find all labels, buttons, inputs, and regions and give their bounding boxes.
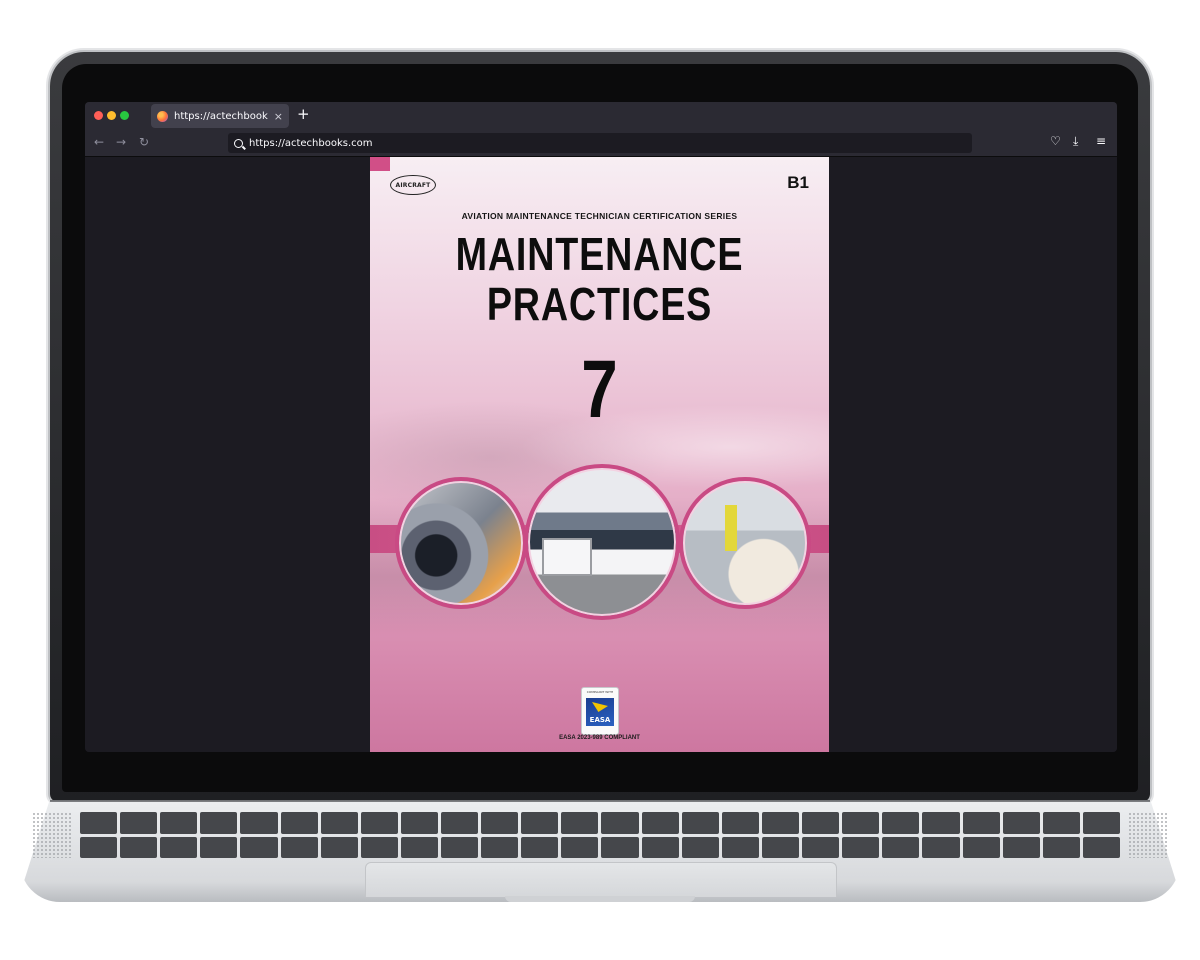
- keyboard-key: [120, 812, 158, 834]
- new-tab-button[interactable]: +: [297, 105, 310, 123]
- tail-maintenance-photo: [679, 477, 811, 609]
- tab-title: https://actechbooks.com: [174, 110, 268, 122]
- menu-icon[interactable]: ≡: [1096, 134, 1106, 148]
- keyboard-key: [641, 812, 679, 834]
- keyboard-key: [80, 836, 118, 858]
- keyboard-key: [360, 836, 398, 858]
- keyboard-key: [1082, 836, 1120, 858]
- keyboard-key: [681, 836, 719, 858]
- browser-window: https://actechbooks.com × + ← → ↻ https:…: [85, 102, 1117, 752]
- keyboard-key: [160, 836, 198, 858]
- trackpad: [365, 862, 837, 897]
- keyboard-key: [1002, 812, 1040, 834]
- keyboard-key: [761, 812, 800, 834]
- keyboard-key: [802, 836, 840, 858]
- series-title: AVIATION MAINTENANCE TECHNICIAN CERTIFIC…: [461, 211, 738, 221]
- keyboard-key: [320, 836, 358, 858]
- close-window-button[interactable]: [94, 111, 103, 120]
- reload-button[interactable]: ↻: [139, 135, 149, 149]
- publisher-logo: AIRCRAFT: [390, 175, 436, 195]
- browser-tab[interactable]: https://actechbooks.com ×: [151, 104, 289, 128]
- nav-bar: ← → ↻ https://actechbooks.com ♡ ⤓ ≡: [85, 130, 1117, 157]
- keyboard: [80, 812, 1120, 858]
- speaker-grille-right: [1128, 812, 1168, 858]
- minimize-window-button[interactable]: [107, 111, 116, 120]
- keyboard-key: [441, 836, 479, 858]
- keyboard-key: [922, 812, 960, 834]
- keyboard-key: [481, 836, 519, 858]
- keyboard-key: [721, 836, 759, 858]
- keyboard-key: [641, 836, 679, 858]
- easa-caption: COMPLIANT WITH: [586, 690, 614, 694]
- keyboard-key: [962, 812, 1000, 834]
- speaker-grille-left: [32, 812, 72, 858]
- keyboard-key: [1042, 812, 1080, 834]
- keyboard-key: [842, 836, 880, 858]
- back-button[interactable]: ←: [94, 135, 104, 149]
- keyboard-key: [320, 812, 358, 834]
- keyboard-key: [802, 812, 840, 834]
- close-tab-icon[interactable]: ×: [274, 110, 283, 123]
- keyboard-key: [280, 836, 318, 858]
- keyboard-key: [962, 836, 1000, 858]
- book-title: MAINTENANCE PRACTICES: [411, 229, 787, 329]
- module-number: 7: [581, 344, 618, 435]
- tab-bar: https://actechbooks.com × +: [85, 102, 1117, 130]
- keyboard-key: [922, 836, 960, 858]
- page-viewport: AIRCRAFT B1 AVIATION MAINTENANCE TECHNIC…: [85, 157, 1117, 752]
- keyboard-key: [200, 812, 238, 834]
- keyboard-key: [400, 836, 439, 858]
- download-icon[interactable]: ⤓: [1073, 134, 1078, 149]
- firefox-icon: [157, 110, 168, 122]
- url-bar[interactable]: https://actechbooks.com: [228, 133, 972, 153]
- logo-text: AIRCRAFT: [395, 181, 431, 189]
- keyboard-key: [761, 836, 800, 858]
- keyboard-key: [601, 836, 639, 858]
- keyboard-key: [240, 812, 278, 834]
- book-cover: AIRCRAFT B1 AVIATION MAINTENANCE TECHNIC…: [370, 157, 829, 752]
- easa-wing-icon: [592, 702, 608, 712]
- keyboard-key: [561, 836, 599, 858]
- keyboard-key: [882, 812, 920, 834]
- keyboard-key: [601, 812, 639, 834]
- keyboard-key: [280, 812, 318, 834]
- easa-compliance-note: EASA 2023-989 COMPLIANT: [559, 735, 640, 741]
- easa-logo: EASA: [586, 698, 614, 726]
- keyboard-key: [721, 812, 759, 834]
- keyboard-key: [240, 836, 278, 858]
- keyboard-key: [1002, 836, 1040, 858]
- title-line-2: PRACTICES: [486, 278, 713, 330]
- keyboard-key: [681, 812, 719, 834]
- maximize-window-button[interactable]: [120, 111, 129, 120]
- pocket-icon[interactable]: ♡: [1050, 134, 1061, 148]
- keyboard-key: [160, 812, 198, 834]
- easa-badge: COMPLIANT WITH EASA: [581, 687, 619, 735]
- keyboard-key: [882, 836, 920, 858]
- title-line-1: MAINTENANCE: [455, 228, 744, 280]
- keyboard-key: [120, 836, 158, 858]
- level-badge: B1: [787, 173, 809, 192]
- forward-button[interactable]: →: [116, 135, 126, 149]
- url-text[interactable]: https://actechbooks.com: [249, 138, 373, 149]
- keyboard-key: [360, 812, 398, 834]
- ground-support-truck-photo: [524, 464, 680, 620]
- engine-maintenance-photo: [395, 477, 527, 609]
- easa-label: EASA: [589, 716, 611, 724]
- keyboard-key: [521, 812, 559, 834]
- keyboard-key: [1082, 812, 1120, 834]
- search-icon: [234, 138, 243, 148]
- keyboard-key: [200, 836, 238, 858]
- keyboard-key: [842, 812, 880, 834]
- keyboard-key: [481, 812, 519, 834]
- keyboard-key: [1042, 836, 1080, 858]
- keyboard-key: [521, 836, 559, 858]
- cover-corner-tab: [370, 157, 390, 171]
- front-notch: [505, 896, 695, 902]
- keyboard-key: [561, 812, 599, 834]
- keyboard-key: [400, 812, 439, 834]
- keyboard-key: [441, 812, 479, 834]
- keyboard-key: [80, 812, 118, 834]
